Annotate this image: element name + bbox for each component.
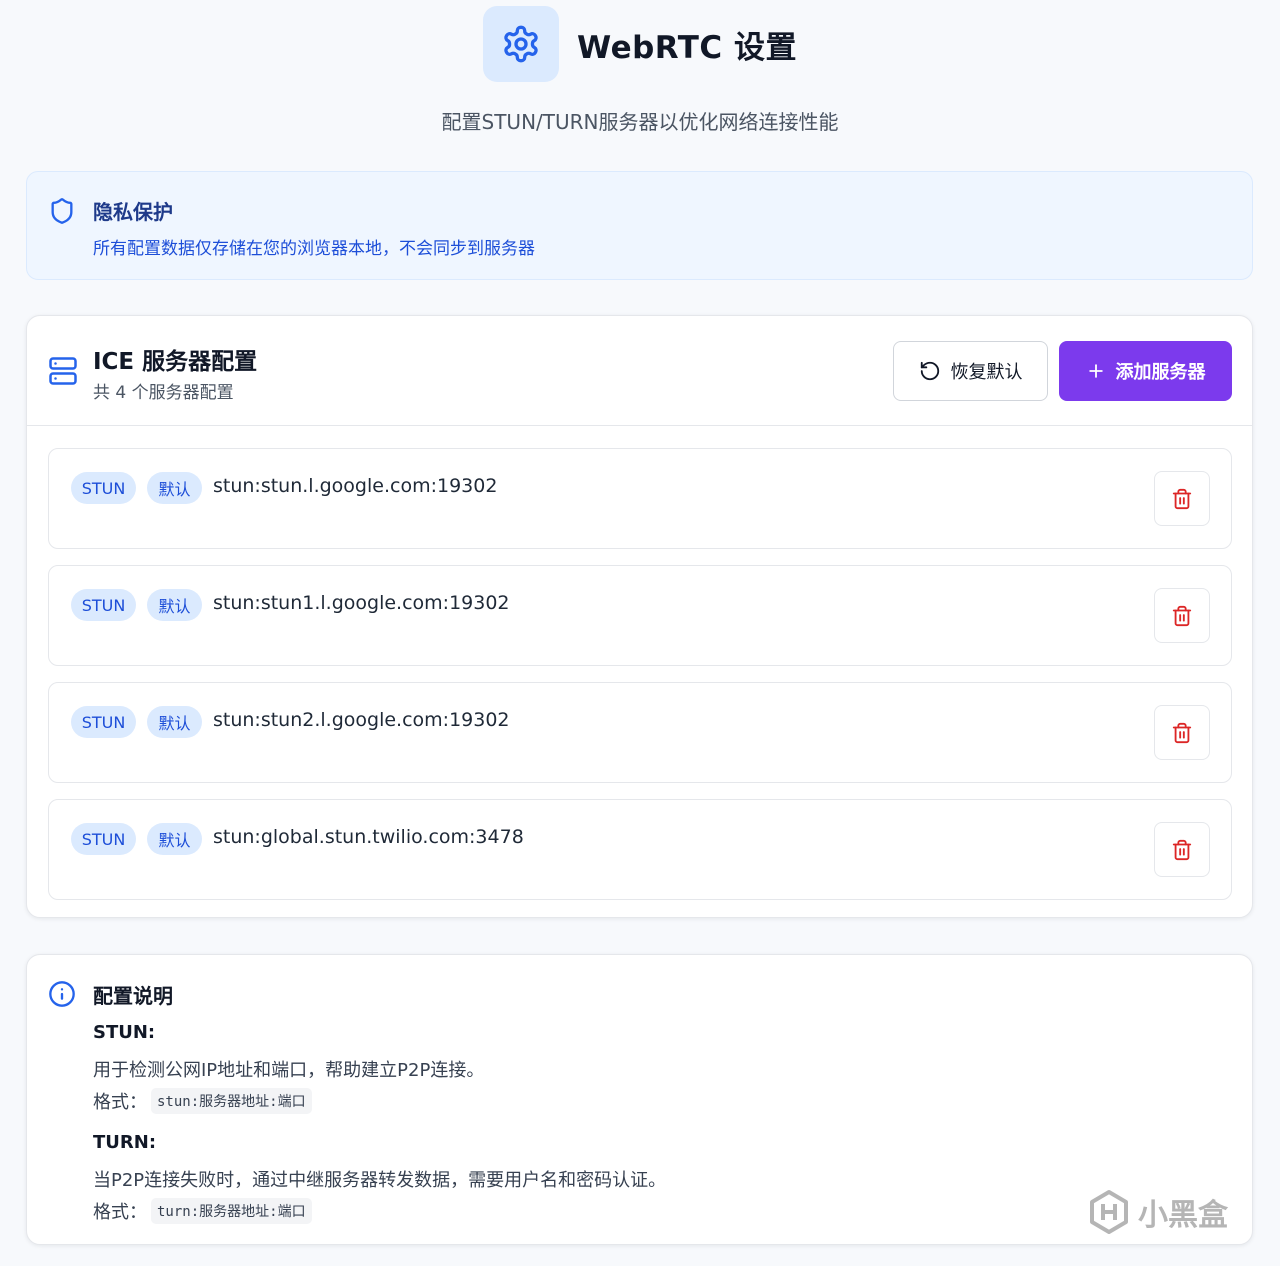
page-title: WebRTC 设置	[577, 29, 797, 66]
restore-defaults-button[interactable]: 恢复默认	[893, 341, 1048, 401]
server-url: stun:global.stun.twilio.com:3478	[213, 826, 524, 848]
delete-server-button[interactable]	[1154, 471, 1210, 526]
plus-icon	[1088, 364, 1103, 378]
watermark-text: 小黑盒	[1138, 1198, 1228, 1233]
turn-heading: TURN:	[93, 1132, 157, 1153]
gear-icon	[483, 6, 559, 82]
page-header: WebRTC 设置	[0, 6, 1280, 82]
watermark: 小黑盒	[1086, 1187, 1246, 1237]
delete-server-button[interactable]	[1154, 705, 1210, 760]
delete-server-button[interactable]	[1154, 822, 1210, 877]
ice-card-title: ICE 服务器配置	[93, 349, 258, 375]
trash-icon	[1172, 488, 1192, 509]
server-row: STUN 默认 stun:stun1.l.google.com:19302	[48, 565, 1232, 666]
turn-format: 格式： turn:服务器地址:端口	[93, 1198, 312, 1224]
default-badge: 默认	[147, 706, 202, 738]
stun-description: 用于检测公网IP地址和端口，帮助建立P2P连接。	[93, 1060, 485, 1081]
server-type-badge: STUN	[71, 823, 136, 855]
reset-icon	[920, 361, 939, 381]
server-icon	[48, 356, 78, 390]
config-info-card: 配置说明 STUN: 用于检测公网IP地址和端口，帮助建立P2P连接。 格式： …	[26, 954, 1253, 1245]
server-url: stun:stun.l.google.com:19302	[213, 475, 498, 497]
stun-format-code: stun:服务器地址:端口	[151, 1088, 312, 1114]
privacy-notice: 隐私保护 所有配置数据仅存储在您的浏览器本地，不会同步到服务器	[26, 171, 1253, 280]
stun-format: 格式： stun:服务器地址:端口	[93, 1088, 312, 1114]
trash-icon	[1172, 605, 1192, 626]
server-type-badge: STUN	[71, 472, 136, 504]
server-row: STUN 默认 stun:global.stun.twilio.com:3478	[48, 799, 1232, 900]
default-badge: 默认	[147, 472, 202, 504]
default-badge: 默认	[147, 589, 202, 621]
format-label: 格式：	[93, 1202, 147, 1223]
server-type-badge: STUN	[71, 589, 136, 621]
server-row: STUN 默认 stun:stun2.l.google.com:19302	[48, 682, 1232, 783]
turn-description: 当P2P连接失败时，通过中继服务器转发数据，需要用户名和密码认证。	[93, 1170, 667, 1191]
watermark-logo-icon	[1090, 1190, 1128, 1234]
trash-icon	[1172, 722, 1192, 743]
format-label: 格式：	[93, 1092, 147, 1113]
add-server-label: 添加服务器	[1115, 362, 1206, 382]
privacy-title: 隐私保护	[93, 200, 173, 224]
restore-defaults-label: 恢复默认	[950, 362, 1023, 382]
page-subtitle: 配置STUN/TURN服务器以优化网络连接性能	[441, 110, 839, 134]
stun-heading: STUN:	[93, 1022, 156, 1043]
ice-server-card: ICE 服务器配置 共 4 个服务器配置 恢复默认 添加服务器 STUN 默认 …	[26, 315, 1253, 918]
delete-server-button[interactable]	[1154, 588, 1210, 643]
ice-card-header: ICE 服务器配置 共 4 个服务器配置 恢复默认 添加服务器	[27, 316, 1252, 426]
info-title: 配置说明	[93, 984, 173, 1008]
server-url: stun:stun2.l.google.com:19302	[213, 709, 510, 731]
info-icon	[48, 980, 76, 1012]
shield-icon	[48, 197, 76, 229]
turn-format-code: turn:服务器地址:端口	[151, 1198, 312, 1224]
default-badge: 默认	[147, 823, 202, 855]
privacy-description: 所有配置数据仅存储在您的浏览器本地，不会同步到服务器	[93, 239, 535, 259]
server-type-badge: STUN	[71, 706, 136, 738]
add-server-button[interactable]: 添加服务器	[1059, 341, 1232, 401]
trash-icon	[1172, 839, 1192, 860]
server-row: STUN 默认 stun:stun.l.google.com:19302	[48, 448, 1232, 549]
ice-server-count: 共 4 个服务器配置	[93, 383, 234, 403]
server-url: stun:stun1.l.google.com:19302	[213, 592, 510, 614]
